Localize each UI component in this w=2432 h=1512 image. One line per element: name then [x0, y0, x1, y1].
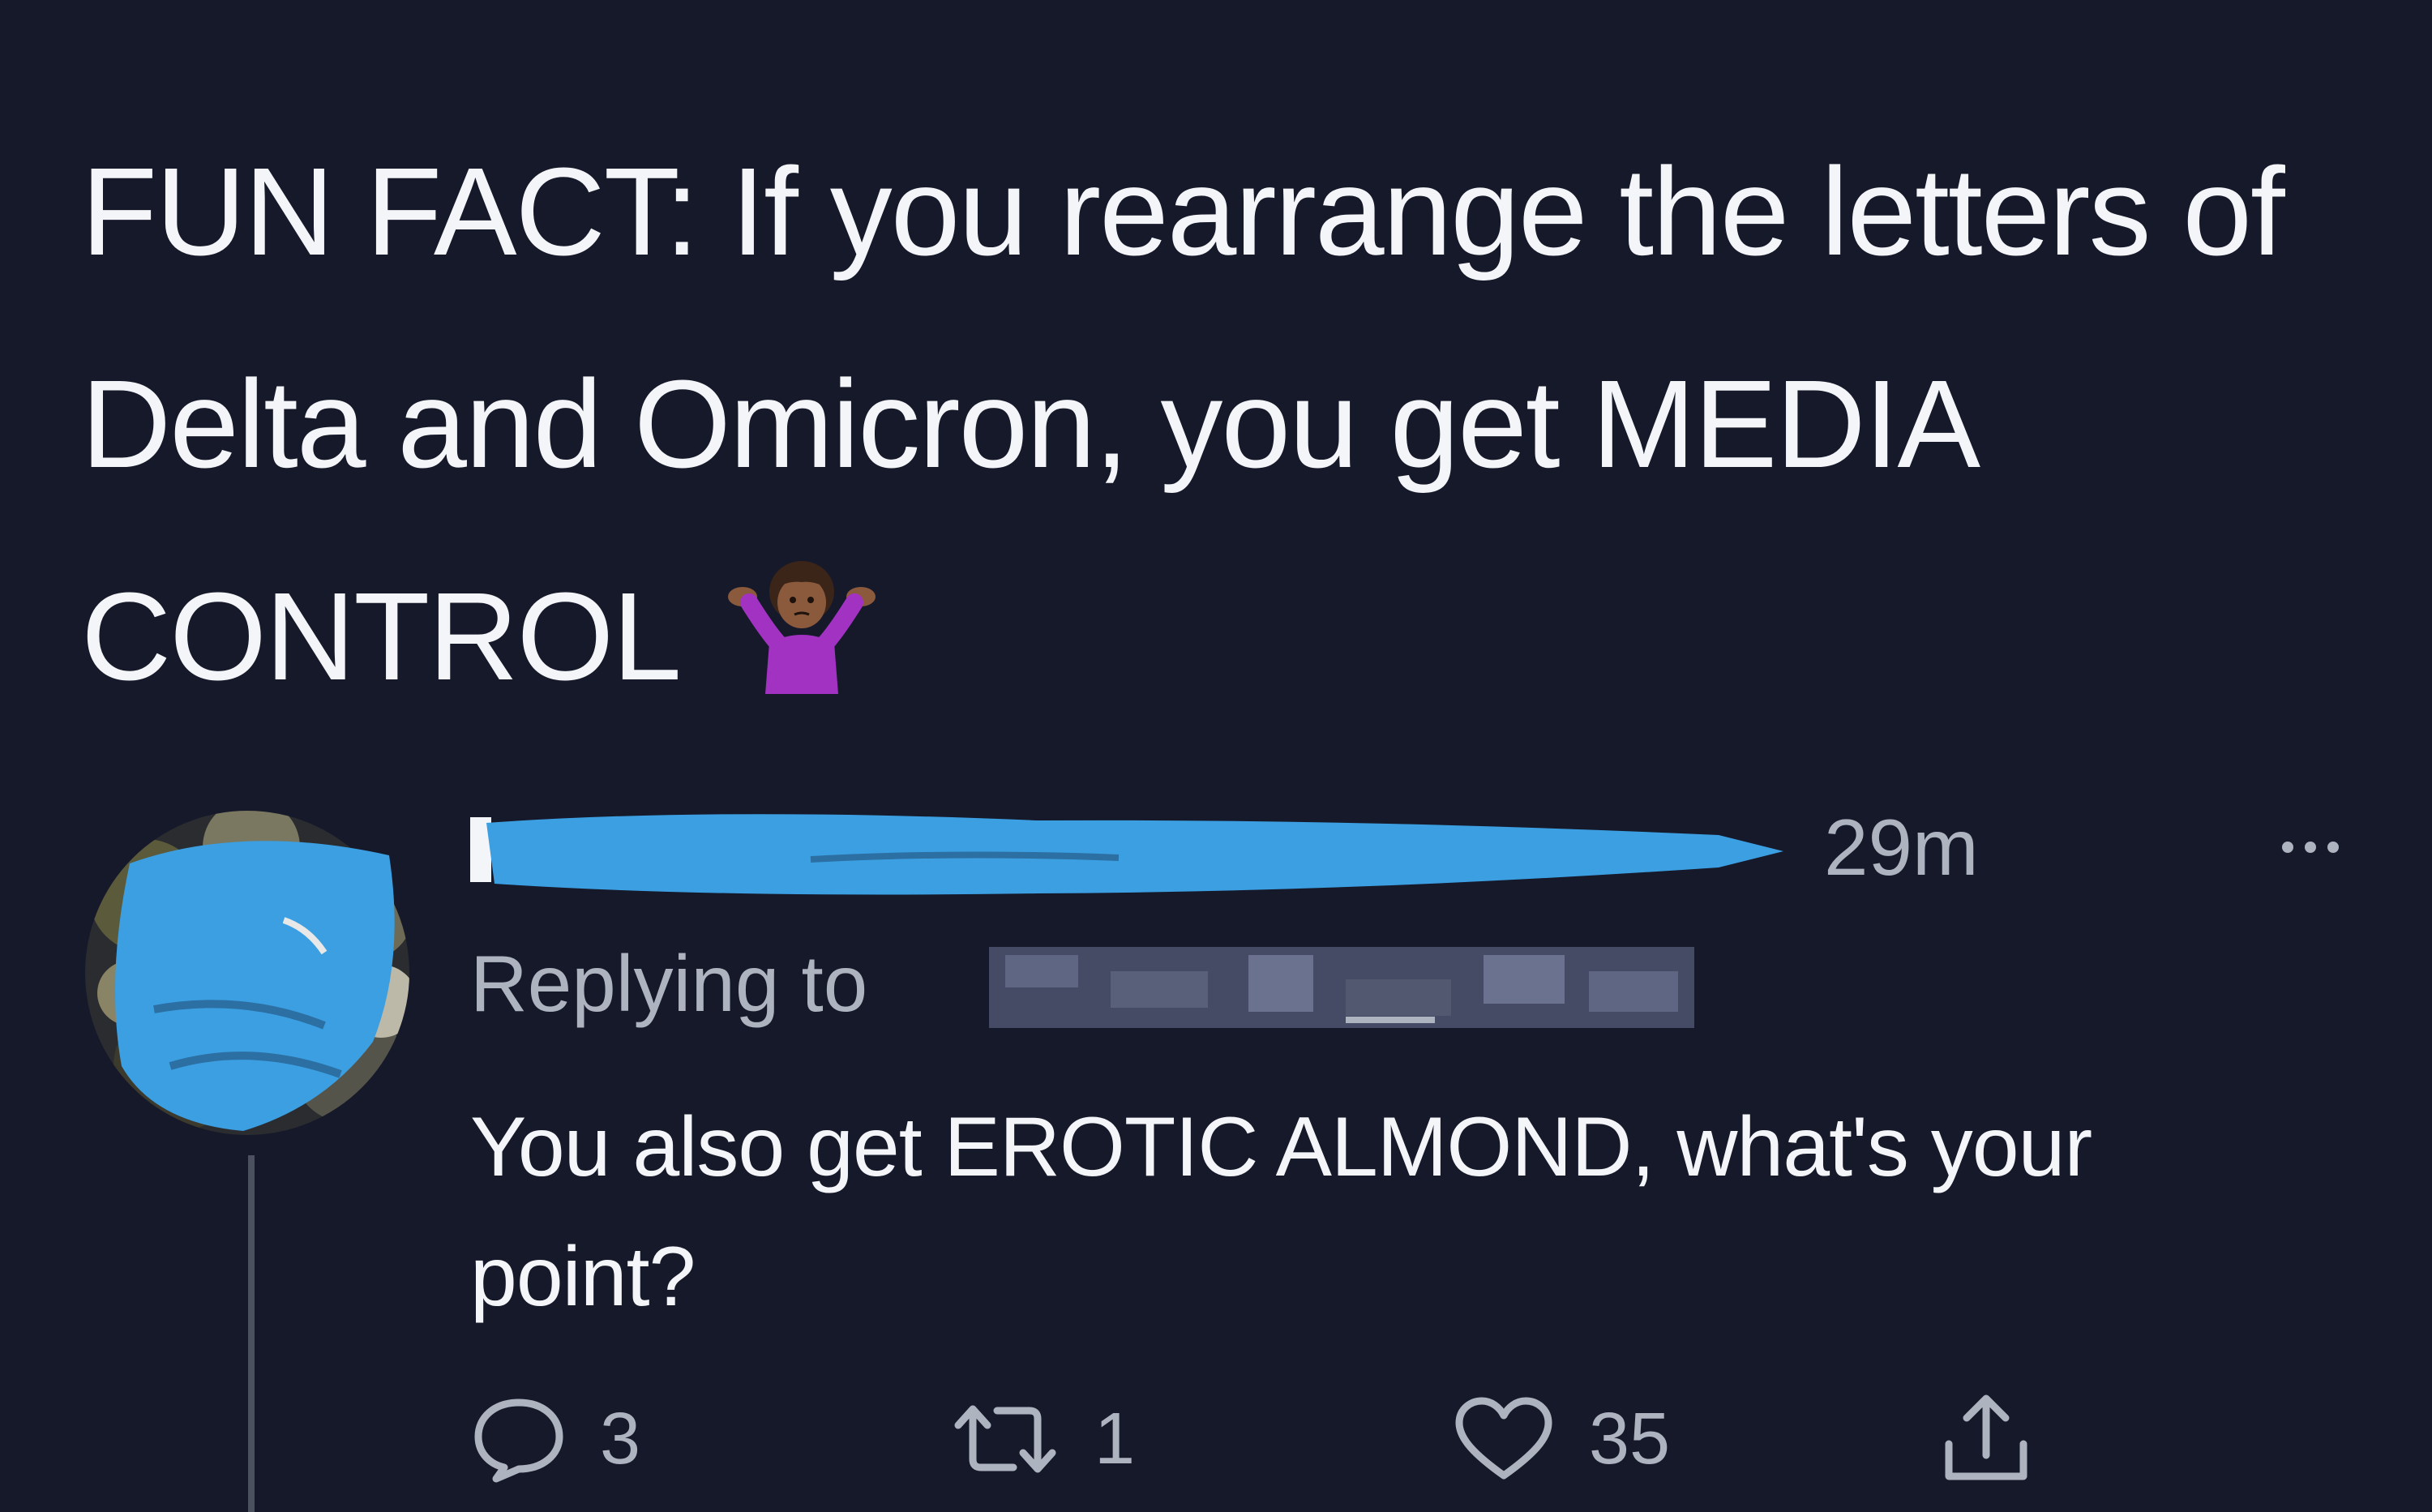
heart-icon: [1455, 1397, 1552, 1480]
thread-line: [248, 1155, 255, 1512]
redacted-author-name[interactable]: [470, 803, 1800, 908]
reply-button[interactable]: 3: [470, 1390, 640, 1488]
replying-to-label: Replying to: [470, 939, 868, 1028]
like-count: 35: [1589, 1398, 1671, 1480]
like-button[interactable]: 35: [1451, 1390, 1670, 1488]
reply-timestamp[interactable]: 29m: [1824, 803, 1979, 892]
speech-bubble-icon: [474, 1398, 563, 1483]
more-options-icon[interactable]: [2254, 815, 2367, 880]
share-button[interactable]: [1937, 1390, 2035, 1488]
main-tweet: FUN FACT: If you rearrange the letters o…: [81, 105, 2367, 743]
retweet-button[interactable]: 1: [948, 1390, 1135, 1488]
share-icon: [1945, 1394, 2027, 1480]
retweet-count: 1: [1094, 1398, 1136, 1480]
person-shrugging-icon: [728, 561, 876, 694]
main-tweet-text: FUN FACT: If you rearrange the letters o…: [81, 142, 2285, 706]
avatar[interactable]: [81, 799, 422, 1147]
retweet-icon: [954, 1405, 1056, 1473]
reply-text: You also get EROTIC ALMOND, what's your …: [470, 1100, 2092, 1324]
reply-count: 3: [600, 1398, 641, 1480]
action-bar: 3 1 35: [470, 1390, 2092, 1488]
redacted-handle[interactable]: [989, 939, 1694, 1036]
